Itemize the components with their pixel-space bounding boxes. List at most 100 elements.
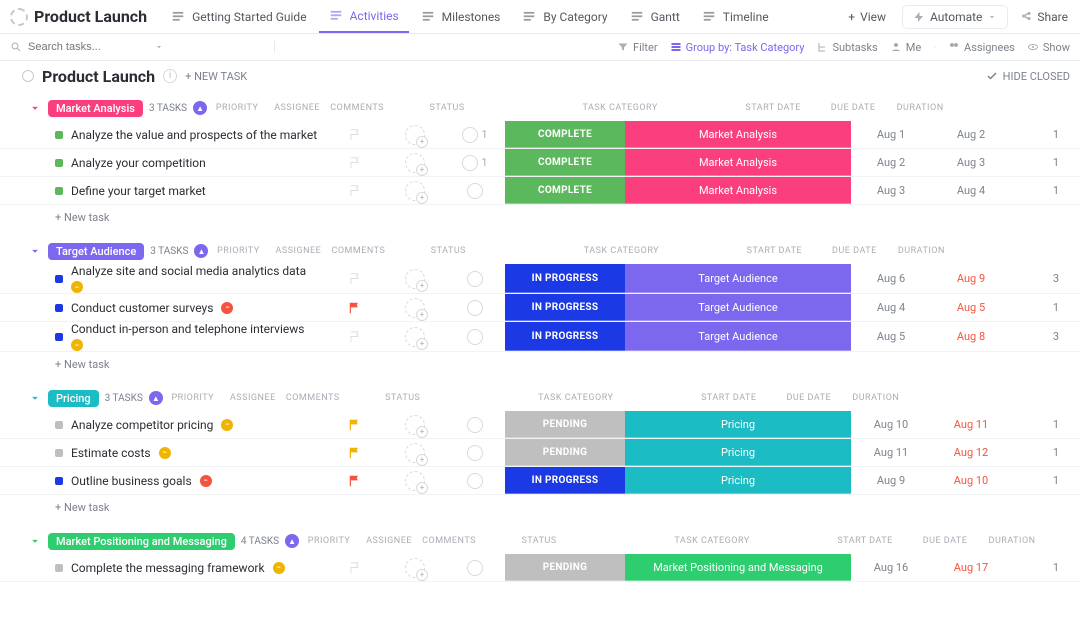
col-duration[interactable]: DURATION [985,536,1039,546]
start-date-cell[interactable]: Aug 16 [851,554,931,581]
group-by-button[interactable]: Group by: Task Category [670,41,805,54]
new-task-button[interactable]: + New task [0,352,1080,377]
col-comments[interactable]: COMMENTS [328,246,388,256]
status-cell[interactable]: IN PROGRESS [505,322,625,351]
priority-flag-icon[interactable] [348,184,362,198]
category-cell[interactable]: Market Positioning and Messaging [625,554,851,581]
col-category[interactable]: TASK CATEGORY [507,103,733,113]
start-date-cell[interactable]: Aug 5 [851,322,931,351]
duration-cell[interactable]: 1 [1011,294,1065,321]
due-date-cell[interactable]: Aug 10 [931,467,1011,494]
start-date-cell[interactable]: Aug 11 [851,439,931,466]
task-row[interactable]: Complete the messaging framework− PENDIN… [0,554,1080,582]
new-task-button[interactable]: + New task [0,495,1080,520]
view-tab[interactable]: Timeline [692,2,779,32]
assignee-placeholder[interactable] [405,181,425,201]
task-row[interactable]: Analyze your competition 1 COMPLETE Mark… [0,149,1080,177]
priority-flag-icon[interactable] [348,446,362,460]
assignees-button[interactable]: Assignees [948,41,1015,54]
col-status[interactable]: STATUS [388,246,508,256]
view-tab[interactable]: Milestones [411,2,511,32]
status-square-icon[interactable] [55,333,63,341]
col-duration[interactable]: DURATION [893,103,947,113]
priority-flag-icon[interactable] [348,272,362,286]
category-cell[interactable]: Pricing [625,411,851,438]
task-name[interactable]: Analyze your competition [71,156,206,170]
assignee-placeholder[interactable] [405,269,425,289]
due-date-cell[interactable]: Aug 2 [931,121,1011,148]
task-row[interactable]: Define your target market COMPLETE Marke… [0,177,1080,205]
task-name[interactable]: Conduct customer surveys [71,301,213,315]
col-assignee[interactable]: ASSIGNEE [267,103,327,113]
collapse-icon[interactable]: ▲ [149,391,163,405]
col-assignee[interactable]: ASSIGNEE [268,246,328,256]
assignee-placeholder[interactable] [405,153,425,173]
task-name[interactable]: Analyze the value and prospects of the m… [71,128,317,142]
category-cell[interactable]: Market Analysis [625,149,851,176]
filter-button[interactable]: Filter [617,41,658,54]
assignee-placeholder[interactable] [405,443,425,463]
col-status[interactable]: STATUS [479,536,599,546]
status-square-icon[interactable] [55,421,63,429]
col-priority[interactable]: PRIORITY [163,393,223,403]
start-date-cell[interactable]: Aug 4 [851,294,931,321]
col-priority[interactable]: PRIORITY [207,103,267,113]
col-start-date[interactable]: START DATE [733,103,813,113]
col-category[interactable]: TASK CATEGORY [508,246,734,256]
col-assignee[interactable]: ASSIGNEE [359,536,419,546]
status-cell[interactable]: COMPLETE [505,149,625,176]
hide-closed-button[interactable]: HIDE CLOSED [986,70,1070,83]
due-date-cell[interactable]: Aug 3 [931,149,1011,176]
automate-button[interactable]: Automate [902,5,1008,29]
assignee-placeholder[interactable] [405,298,425,318]
search-input[interactable] [28,41,148,53]
share-button[interactable]: Share [1018,6,1070,28]
priority-flag-icon[interactable] [348,330,362,344]
view-tab[interactable]: Gantt [620,2,690,32]
status-cell[interactable]: IN PROGRESS [505,467,625,494]
col-start-date[interactable]: START DATE [825,536,905,546]
col-duration[interactable]: DURATION [894,246,948,256]
category-cell[interactable]: Target Audience [625,322,851,351]
status-square-icon[interactable] [55,564,63,572]
start-date-cell[interactable]: Aug 6 [851,264,931,293]
show-button[interactable]: Show [1027,41,1070,54]
col-start-date[interactable]: START DATE [734,246,814,256]
due-date-cell[interactable]: Aug 5 [931,294,1011,321]
group-pill[interactable]: Market Analysis [48,100,143,117]
start-date-cell[interactable]: Aug 10 [851,411,931,438]
assignee-placeholder[interactable] [405,471,425,491]
assignee-placeholder[interactable] [405,327,425,347]
duration-cell[interactable]: 1 [1011,177,1065,204]
task-row[interactable]: Estimate costs− PENDING Pricing Aug 11 A… [0,439,1080,467]
chevron-down-icon[interactable] [28,534,42,548]
task-name[interactable]: Conduct in-person and telephone intervie… [71,322,304,336]
group-pill[interactable]: Pricing [48,390,99,407]
status-cell[interactable]: PENDING [505,439,625,466]
comment-icon[interactable] [467,445,483,461]
assignee-placeholder[interactable] [405,415,425,435]
comment-icon[interactable] [467,560,483,576]
col-priority[interactable]: PRIORITY [299,536,359,546]
task-row[interactable]: Outline business goals− IN PROGRESS Pric… [0,467,1080,495]
col-priority[interactable]: PRIORITY [208,246,268,256]
collapse-icon[interactable]: ▲ [193,101,207,115]
start-date-cell[interactable]: Aug 2 [851,149,931,176]
duration-cell[interactable]: 1 [1011,149,1065,176]
comment-icon[interactable] [467,417,483,433]
due-date-cell[interactable]: Aug 12 [931,439,1011,466]
view-tab[interactable]: By Category [512,2,617,32]
comment-icon[interactable] [467,473,483,489]
priority-flag-icon[interactable] [348,561,362,575]
category-cell[interactable]: Pricing [625,439,851,466]
task-row[interactable]: Conduct customer surveys− IN PROGRESS Ta… [0,294,1080,322]
group-pill[interactable]: Target Audience [48,243,144,260]
status-square-icon[interactable] [55,304,63,312]
category-cell[interactable]: Target Audience [625,264,851,293]
task-name[interactable]: Define your target market [71,184,206,198]
status-square-icon[interactable] [55,131,63,139]
task-row[interactable]: Analyze competitor pricing− PENDING Pric… [0,411,1080,439]
task-name[interactable]: Complete the messaging framework [71,561,265,575]
me-button[interactable]: Me [890,41,921,54]
col-comments[interactable]: COMMENTS [283,393,343,403]
